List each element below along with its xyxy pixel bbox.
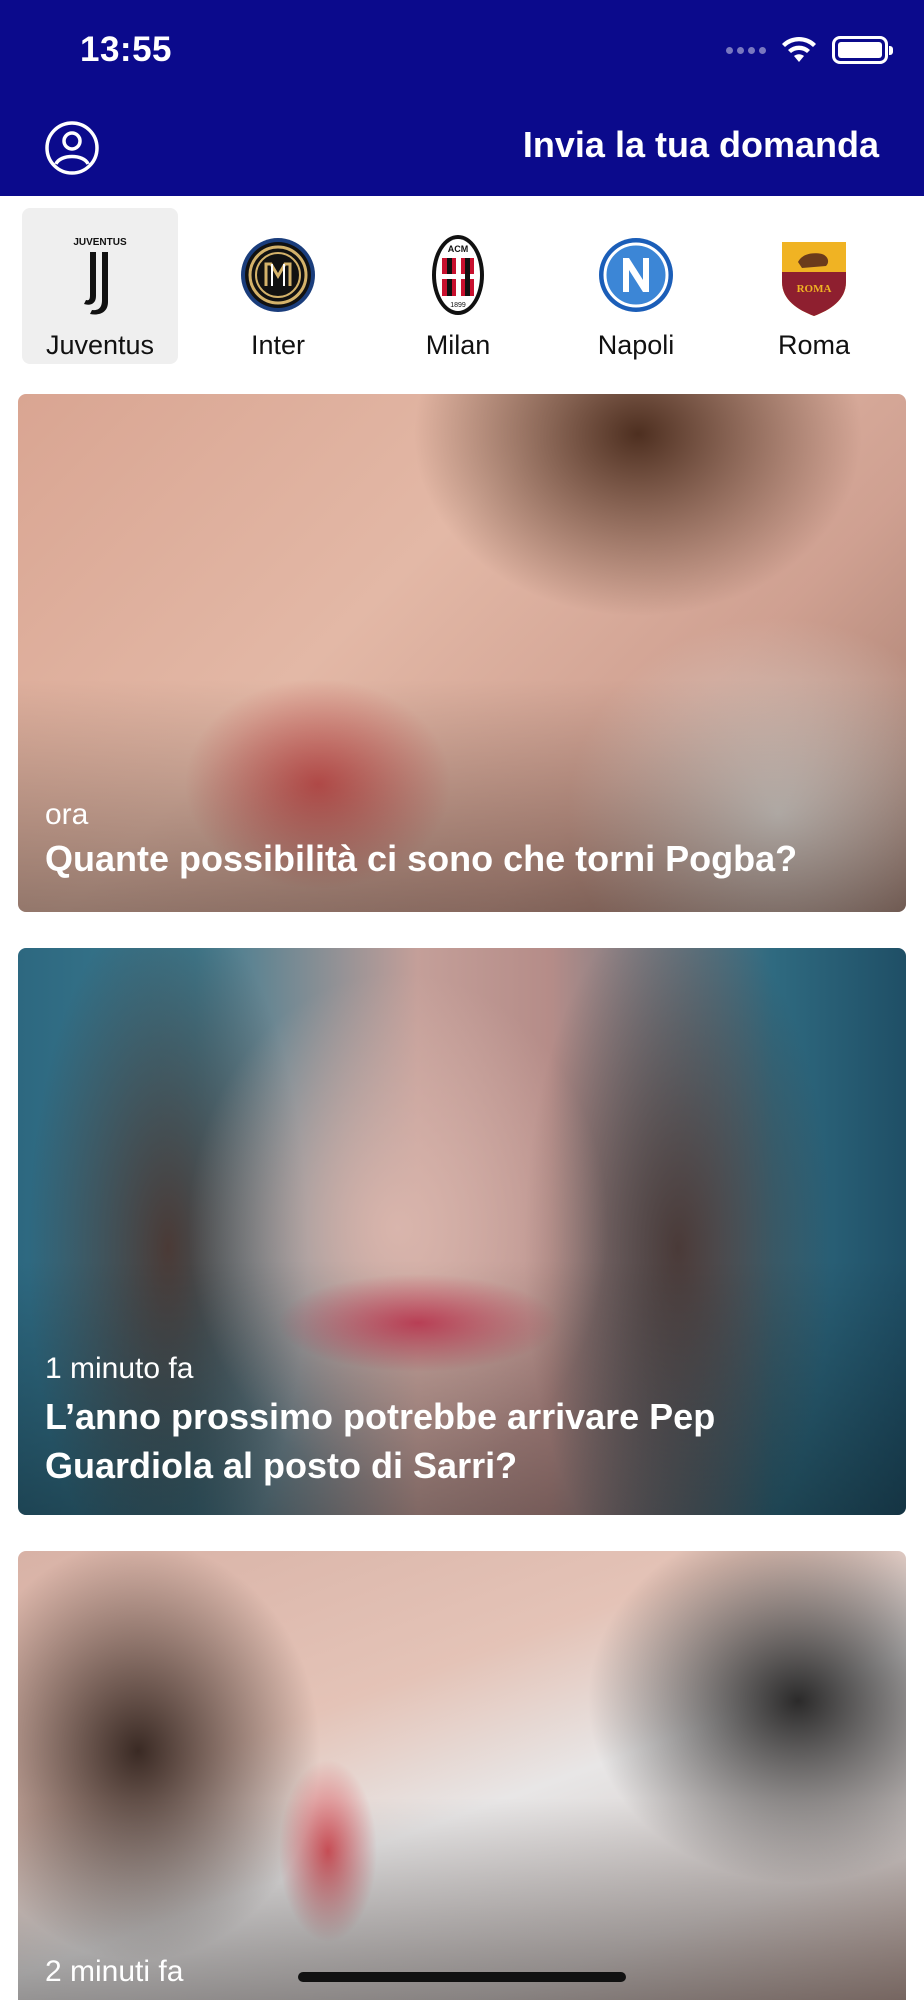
cellular-signal-icon bbox=[726, 46, 766, 54]
svg-text:JUVENTUS: JUVENTUS bbox=[73, 237, 127, 248]
svg-text:ROMA: ROMA bbox=[797, 283, 832, 295]
team-napoli[interactable]: Napoli bbox=[558, 208, 714, 364]
ask-question-button[interactable]: Invia la tua domanda bbox=[523, 124, 879, 166]
wifi-icon bbox=[782, 36, 816, 62]
status-indicators bbox=[726, 34, 893, 66]
inter-logo-icon bbox=[241, 238, 315, 312]
team-label: Milan bbox=[425, 330, 491, 360]
svg-text:ACM: ACM bbox=[448, 244, 469, 254]
team-selector: JUVENTUS Juventus Inter ACM 1899 Milan N… bbox=[0, 196, 924, 374]
roma-logo-icon: ROMA bbox=[782, 242, 846, 316]
team-label: Juventus bbox=[45, 330, 155, 360]
question-card[interactable]: 2 minuti fa bbox=[18, 1551, 906, 2000]
svg-text:1899: 1899 bbox=[450, 302, 466, 309]
team-roma[interactable]: ROMA Roma bbox=[736, 208, 892, 364]
milan-logo-icon: ACM 1899 bbox=[432, 235, 484, 315]
team-milan[interactable]: ACM 1899 Milan bbox=[380, 208, 536, 364]
team-label: Roma bbox=[777, 330, 851, 360]
battery-icon bbox=[832, 36, 893, 64]
team-juventus[interactable]: JUVENTUS Juventus bbox=[22, 208, 178, 364]
question-card[interactable]: 1 minuto fa L’anno prossimo potrebbe arr… bbox=[18, 948, 906, 1515]
card-title: Quante possibilità ci sono che torni Pog… bbox=[45, 838, 798, 879]
profile-icon[interactable] bbox=[44, 120, 100, 176]
juventus-logo-icon: JUVENTUS bbox=[73, 237, 127, 315]
question-card[interactable]: ora Quante possibilità ci sono che torni… bbox=[18, 394, 906, 912]
card-time: ora bbox=[45, 798, 89, 831]
home-indicator[interactable] bbox=[298, 1972, 626, 1982]
team-inter[interactable]: Inter bbox=[200, 208, 356, 364]
card-time: 2 minuti fa bbox=[45, 1955, 184, 1988]
card-time: 1 minuto fa bbox=[45, 1352, 194, 1385]
team-label: Napoli bbox=[597, 330, 675, 360]
napoli-logo-icon bbox=[599, 238, 673, 312]
card-title: L’anno prossimo potrebbe arrivare Pep Gu… bbox=[45, 1396, 716, 1486]
team-label: Inter bbox=[250, 330, 306, 360]
status-time: 13:55 bbox=[80, 30, 173, 69]
app-header: 13:55 Invia la tua domanda bbox=[0, 0, 924, 196]
